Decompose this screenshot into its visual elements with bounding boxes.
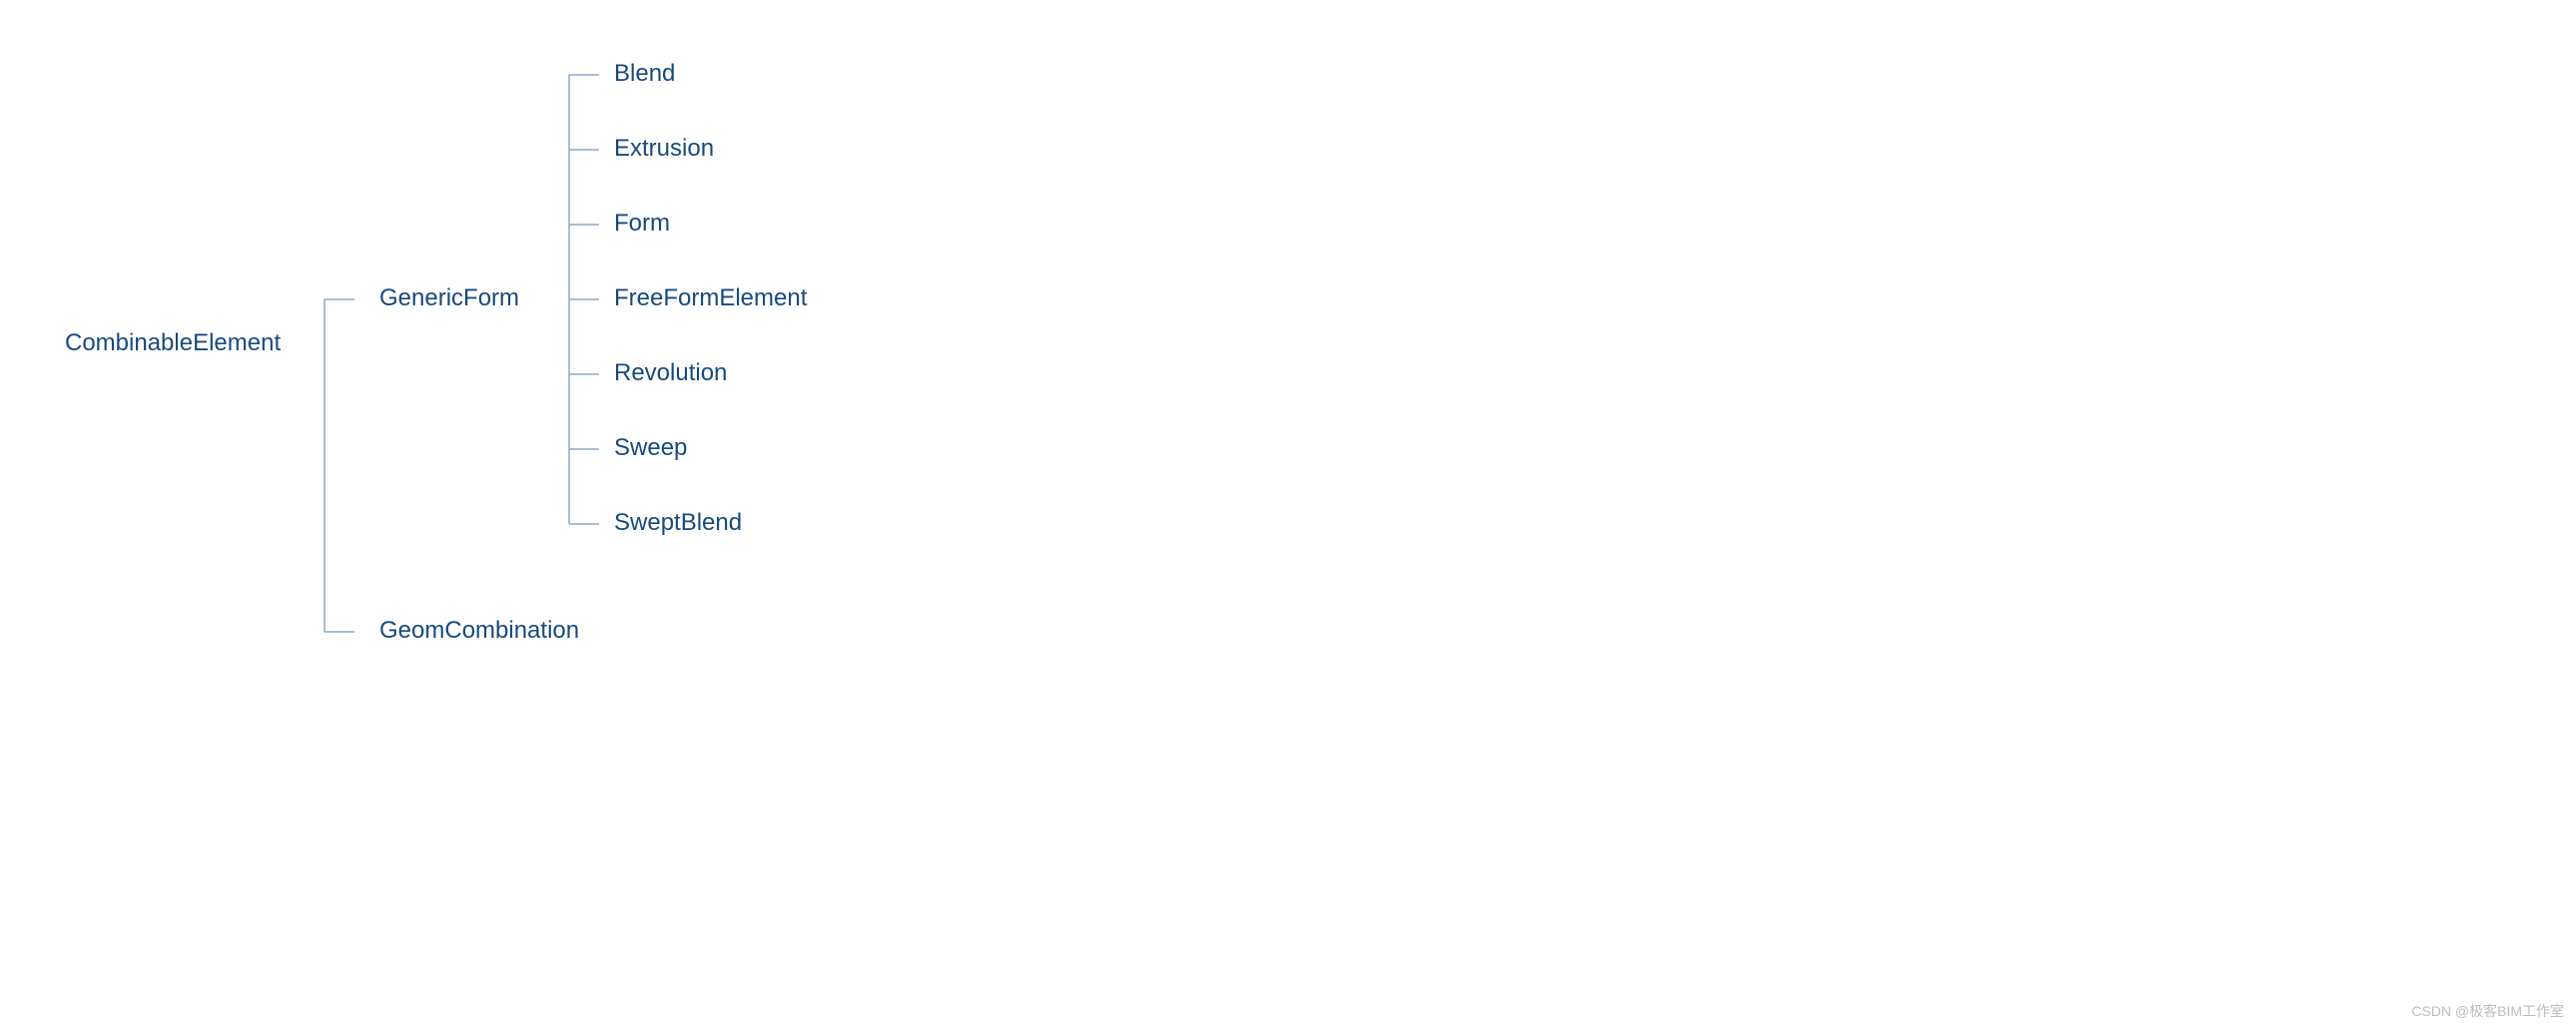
- node-form: Form: [614, 210, 670, 238]
- node-sweep: Sweep: [614, 434, 687, 462]
- node-freeformelement: FreeFormElement: [614, 284, 807, 312]
- node-combinable-element: CombinableElement: [65, 329, 281, 357]
- watermark: CSDN @极客BIM工作室: [2411, 1001, 2564, 1021]
- node-revolution: Revolution: [614, 359, 727, 387]
- node-extrusion: Extrusion: [614, 135, 714, 163]
- connector-lines: [65, 40, 664, 689]
- node-blend: Blend: [614, 60, 675, 88]
- node-generic-form: GenericForm: [379, 284, 519, 312]
- node-geom-combination: GeomCombination: [379, 617, 579, 645]
- node-sweptblend: SweptBlend: [614, 509, 742, 537]
